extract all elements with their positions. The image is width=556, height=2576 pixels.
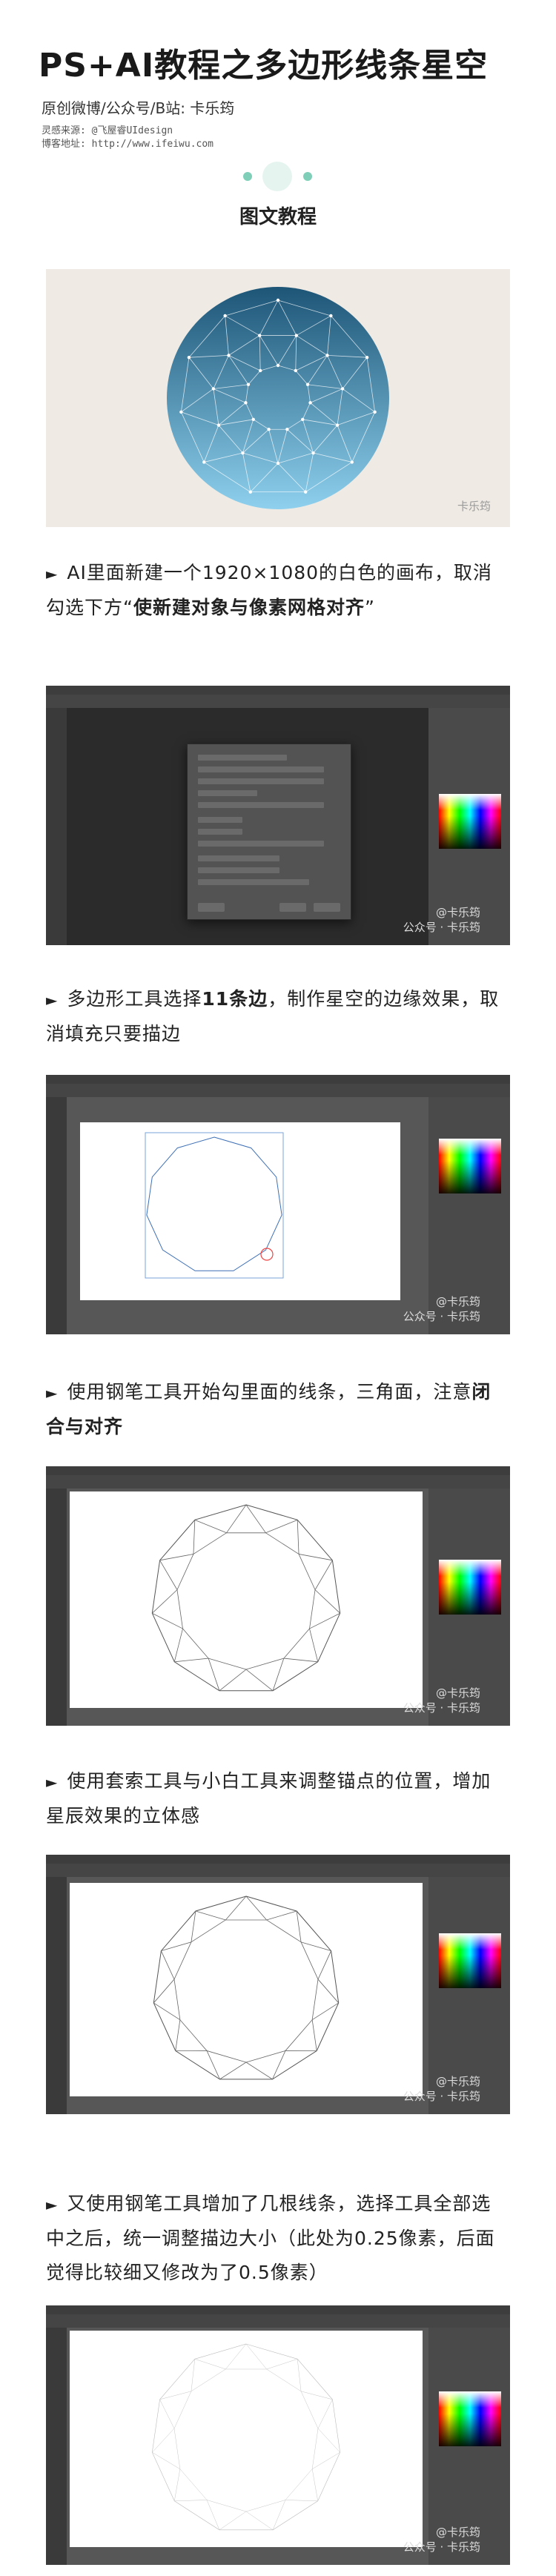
- hero-image-starry-sky: 卡乐筠: [46, 269, 510, 527]
- screenshot-polygon-tool: @卡乐筠 公众号 · 卡乐筠: [46, 1075, 510, 1334]
- artboard: [70, 2331, 423, 2547]
- screenshot-watermark: @卡乐筠 公众号 · 卡乐筠: [403, 906, 480, 934]
- color-spectrum: [439, 794, 501, 849]
- step-marker: ►: [46, 1773, 59, 1791]
- screenshot-lasso-tool: @卡乐筠 公众号 · 卡乐筠: [46, 1855, 510, 2114]
- step-2-text: ► 多边形工具选择11条边，制作星空的边缘效果，取消填充只要描边: [46, 988, 500, 1044]
- tools-panel: [46, 2328, 67, 2565]
- step-5-text: ► 又使用钢笔工具增加了几根线条，选择工具全部选中之后，统一调整描边大小（此处为0…: [46, 2193, 495, 2283]
- blog-address: 博客地址: http://www.ifeiwu.com: [42, 139, 214, 150]
- step-marker: ►: [46, 991, 59, 1009]
- thin-stroke-polygon: [151, 2343, 341, 2531]
- screenshot-watermark: @卡乐筠 公众号 · 卡乐筠: [403, 2075, 480, 2103]
- tools-panel: [46, 1489, 67, 1726]
- step-marker: ►: [46, 1384, 59, 1402]
- step-marker: ►: [46, 2196, 59, 2214]
- color-spectrum: [439, 1139, 501, 1193]
- color-spectrum: [439, 1560, 501, 1615]
- step-1-text: ► AI里面新建一个1920×1080的白色的画布，取消勾选下方“使新建对象与像素…: [46, 562, 493, 618]
- screenshot-stroke-adjust: @卡乐筠 公众号 · 卡乐筠: [46, 2305, 510, 2565]
- screenshot-watermark: @卡乐筠 公众号 · 卡乐筠: [403, 2526, 480, 2554]
- color-spectrum: [439, 2391, 501, 2446]
- color-spectrum: [439, 1933, 501, 1988]
- tools-panel: [46, 708, 67, 945]
- starry-polygon-circle: [167, 287, 389, 509]
- divider-dot-right: [303, 172, 312, 181]
- step-3-text: ► 使用钢笔工具开始勾里面的线条，三角面，注意闭合与对齐: [46, 1381, 492, 1437]
- adjusted-anchor-polygon: [153, 1895, 340, 2080]
- eleven-sided-polygon: [145, 1132, 284, 1279]
- pen-lines-polygon: [151, 1504, 341, 1692]
- screenshot-new-document: @卡乐筠 公众号 · 卡乐筠: [46, 686, 510, 945]
- section-title: 图文教程: [239, 206, 317, 228]
- tools-panel: [46, 1097, 67, 1334]
- divider-dot-center: [262, 162, 292, 191]
- new-document-dialog: [187, 744, 351, 920]
- screenshot-watermark: @卡乐筠 公众号 · 卡乐筠: [403, 1686, 480, 1715]
- tools-panel: [46, 1877, 67, 2114]
- screenshot-watermark: @卡乐筠 公众号 · 卡乐筠: [403, 1295, 480, 1323]
- artboard: [70, 1883, 423, 2096]
- artboard: [80, 1122, 400, 1300]
- step-4-text: ► 使用套索工具与小白工具来调整锚点的位置，增加星辰效果的立体感: [46, 1770, 492, 1827]
- artboard: [70, 1491, 423, 1708]
- divider-dots: [0, 162, 556, 191]
- page-title: PS+AI教程之多边形线条星空: [39, 47, 489, 85]
- divider-dot-left: [243, 172, 252, 181]
- hero-watermark: 卡乐筠: [457, 500, 491, 513]
- screenshot-pen-tool: @卡乐筠 公众号 · 卡乐筠: [46, 1466, 510, 1726]
- step-marker: ►: [46, 565, 59, 583]
- author-subtitle: 原创微博/公众号/B站: 卡乐筠: [42, 99, 235, 117]
- inspiration-source: 灵感来源: @飞屋睿UIdesign: [42, 125, 173, 136]
